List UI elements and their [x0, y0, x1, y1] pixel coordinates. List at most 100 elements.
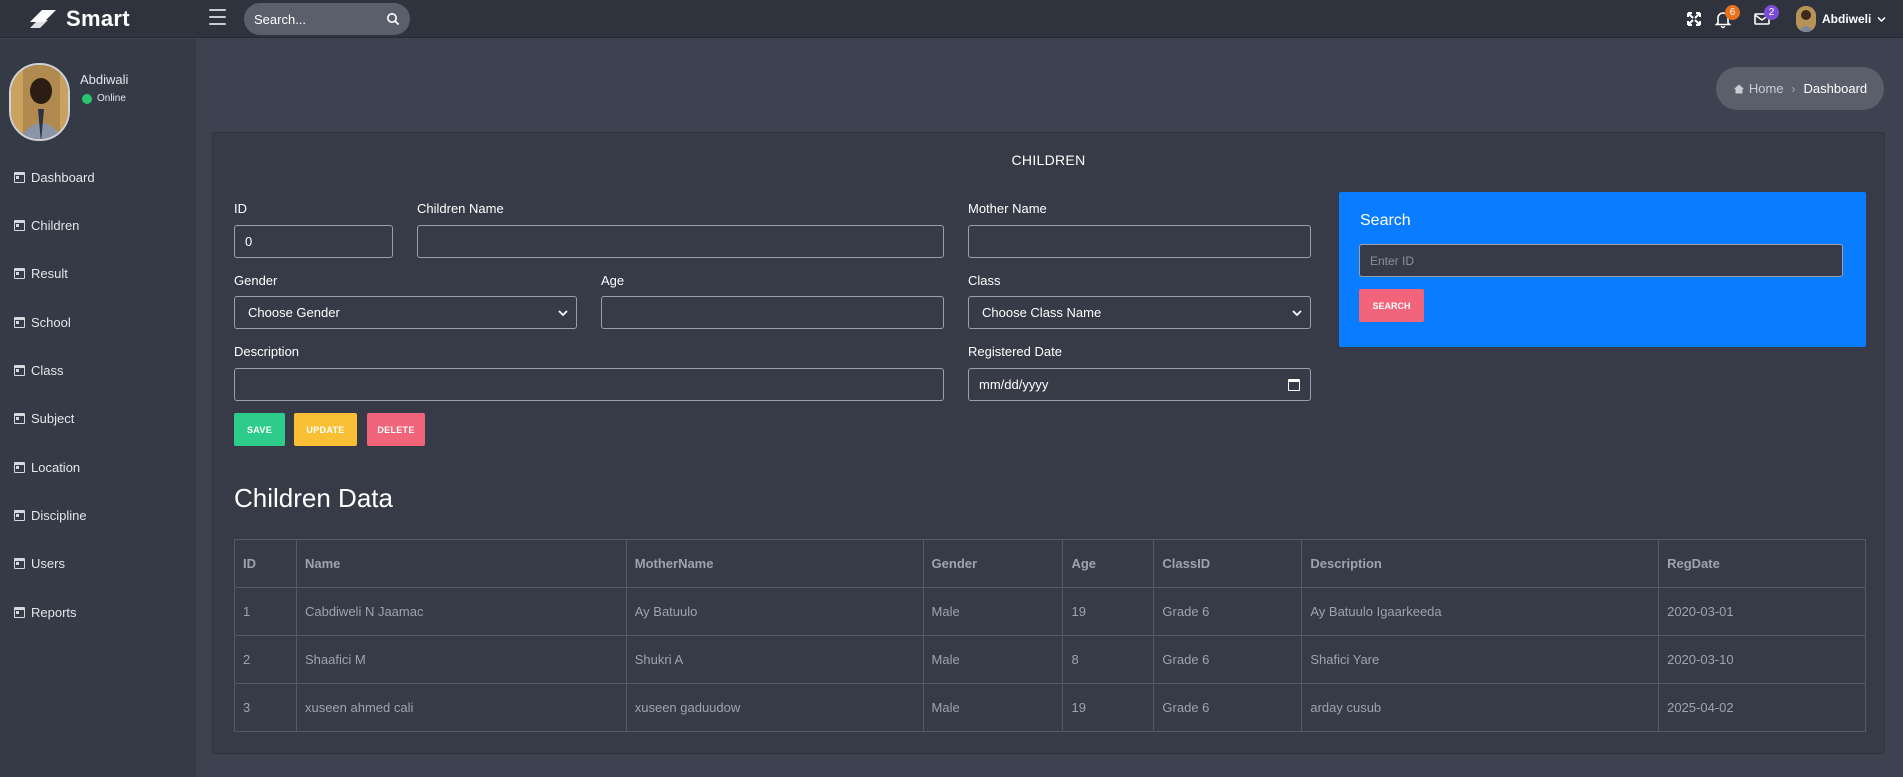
- table-cell: Shaafici M: [295, 635, 627, 684]
- brand[interactable]: Smart: [28, 6, 130, 32]
- table-cell: arday cusub: [1301, 683, 1660, 732]
- mother-name-field[interactable]: [968, 225, 1311, 258]
- gender-label: Gender: [234, 273, 278, 288]
- online-dot-icon: [82, 93, 92, 104]
- table-cell: Grade 6: [1153, 635, 1303, 684]
- id-value: 0: [245, 234, 253, 249]
- user-avatar: [1796, 6, 1816, 32]
- delete-button[interactable]: DELETE: [367, 413, 425, 446]
- table-cell: Male: [922, 635, 1064, 684]
- column-header[interactable]: Description: [1301, 539, 1660, 588]
- description-field[interactable]: [234, 368, 944, 401]
- search-panel-title: Search: [1360, 212, 1411, 229]
- fullscreen-icon[interactable]: [1684, 9, 1704, 29]
- mother-name-label: Mother Name: [968, 201, 1047, 216]
- sidebar-item-discipline[interactable]: Discipline: [14, 508, 87, 523]
- sidebar-item-label: School: [31, 315, 71, 330]
- table-row[interactable]: 2 Shaafici M Shukri A Male 8 Grade 6 Sha…: [234, 635, 1866, 684]
- search-icon[interactable]: [386, 12, 400, 26]
- profile-status: Online: [82, 93, 126, 104]
- messages-button[interactable]: 2: [1752, 5, 1779, 29]
- update-button[interactable]: UPDATE: [294, 413, 357, 446]
- sidebar-item-location[interactable]: Location: [14, 460, 80, 475]
- sidebar-item-school[interactable]: School: [14, 315, 71, 330]
- table-cell: 1: [234, 587, 297, 636]
- chevron-down-icon: [558, 310, 568, 317]
- calendar-icon: [14, 317, 25, 328]
- sidebar-item-users[interactable]: Users: [14, 556, 65, 571]
- children-name-field[interactable]: [417, 225, 944, 258]
- sidebar-item-reports[interactable]: Reports: [14, 605, 77, 620]
- column-header[interactable]: MotherName: [625, 539, 924, 588]
- table-cell: Grade 6: [1153, 683, 1303, 732]
- children-card: CHILDREN ID 0 Children Name Mother Name …: [212, 132, 1885, 754]
- sidebar-profile: Abdiwali Online: [9, 63, 128, 141]
- notifications-badge: 6: [1725, 5, 1740, 20]
- search-panel: Search Enter ID SEARCH: [1339, 192, 1866, 347]
- column-header[interactable]: RegDate: [1658, 539, 1866, 588]
- registered-date-label: Registered Date: [968, 344, 1062, 359]
- table-cell: Ay Batuulo Igaarkeeda: [1301, 587, 1660, 636]
- id-label: ID: [234, 201, 247, 216]
- calendar-icon: [14, 220, 25, 231]
- sidebar-item-result[interactable]: Result: [14, 266, 68, 281]
- calendar-icon[interactable]: [1288, 379, 1300, 391]
- id-field[interactable]: 0: [234, 225, 393, 258]
- messages-badge: 2: [1764, 5, 1779, 20]
- profile-name: Abdiwali: [80, 72, 129, 87]
- breadcrumb-home[interactable]: Home: [1733, 81, 1784, 96]
- sidebar-item-subject[interactable]: Subject: [14, 411, 74, 426]
- sidebar-item-label: Discipline: [31, 508, 87, 523]
- user-menu[interactable]: Abdiweli: [1796, 6, 1886, 32]
- sidebar-item-label: Class: [31, 363, 64, 378]
- table-row[interactable]: 1 Cabdiweli N Jaamac Ay Batuulo Male 19 …: [234, 587, 1866, 636]
- user-name: Abdiweli: [1822, 12, 1872, 26]
- column-header[interactable]: Gender: [922, 539, 1064, 588]
- class-select[interactable]: Choose Class Name: [968, 296, 1311, 329]
- column-header[interactable]: ID: [234, 539, 297, 588]
- calendar-icon: [14, 558, 25, 569]
- sidebar-item-class[interactable]: Class: [14, 363, 64, 378]
- profile-avatar: [9, 63, 70, 141]
- table-cell: 2020-03-10: [1658, 635, 1866, 684]
- column-header[interactable]: Age: [1062, 539, 1155, 588]
- age-field[interactable]: [601, 296, 944, 329]
- table-cell: Male: [922, 683, 1064, 732]
- search-id-placeholder: Enter ID: [1370, 253, 1415, 268]
- table-cell: Shukri A: [625, 635, 924, 684]
- class-select-value: Choose Class Name: [982, 305, 1102, 320]
- gender-select[interactable]: Choose Gender: [234, 296, 577, 329]
- notifications-button[interactable]: 6: [1713, 5, 1740, 29]
- search-id-input[interactable]: Enter ID: [1359, 244, 1843, 277]
- chevron-down-icon: [1292, 310, 1302, 317]
- save-button[interactable]: SAVE: [234, 413, 285, 446]
- table-cell: 19: [1062, 683, 1155, 732]
- top-bar: Smart 6 2 Abdiweli: [0, 0, 1903, 38]
- registered-date-field[interactable]: mm/dd/yyyy: [968, 368, 1311, 401]
- calendar-icon: [14, 413, 25, 424]
- search-button[interactable]: SEARCH: [1359, 289, 1424, 322]
- breadcrumb-current: Dashboard: [1803, 81, 1868, 96]
- table-cell: Grade 6: [1153, 587, 1303, 636]
- top-search-input[interactable]: [254, 11, 374, 27]
- status-text: Online: [97, 93, 126, 104]
- table-cell: Ay Batuulo: [625, 587, 924, 636]
- table-row[interactable]: 3 xuseen ahmed cali xuseen gaduudow Male…: [234, 683, 1866, 732]
- table-cell: xuseen ahmed cali: [295, 683, 627, 732]
- menu-toggle-icon[interactable]: [209, 9, 226, 25]
- column-header[interactable]: ClassID: [1153, 539, 1303, 588]
- sidebar-item-children[interactable]: Children: [14, 218, 79, 233]
- calendar-icon: [14, 510, 25, 521]
- chevron-down-icon: [1877, 16, 1886, 22]
- sidebar-item-dashboard[interactable]: Dashboard: [14, 170, 95, 185]
- brand-name: Smart: [66, 6, 130, 31]
- gender-select-value: Choose Gender: [248, 305, 340, 320]
- table-cell: Male: [922, 587, 1064, 636]
- home-icon: [1733, 84, 1744, 94]
- column-header[interactable]: Name: [295, 539, 627, 588]
- sidebar-item-label: Users: [31, 556, 65, 571]
- sidebar-item-label: Children: [31, 218, 80, 233]
- children-table: ID Name MotherName Gender Age ClassID De…: [234, 539, 1866, 732]
- sidebar-item-label: Result: [31, 266, 68, 281]
- sidebar-item-label: Subject: [31, 411, 75, 426]
